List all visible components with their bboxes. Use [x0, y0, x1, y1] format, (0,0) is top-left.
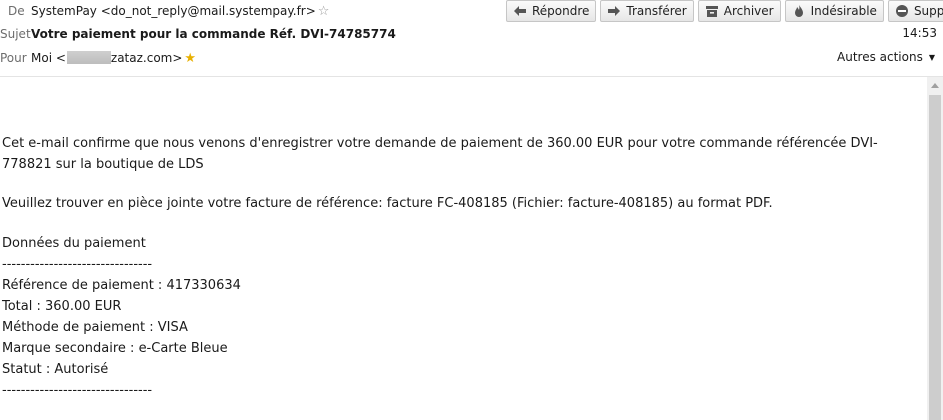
message-toolbar: Répondre Transférer Archiver Indésirable…	[506, 0, 943, 24]
delete-button[interactable]: Supprimer	[887, 0, 943, 22]
reply-button[interactable]: Répondre	[506, 0, 597, 22]
from-row: SystemPay <do_not_reply@mail.systempay.f…	[31, 4, 329, 19]
payment-brand: Marque secondaire : e-Carte Bleue	[2, 341, 228, 356]
divider-line-2: --------------------------------	[2, 383, 153, 398]
payment-method: Méthode de paiement : VISA	[2, 320, 188, 335]
message-body: Cet e-mail confirme que nous venons d'en…	[0, 77, 927, 420]
from-label: De	[8, 4, 25, 18]
delete-no-icon	[894, 3, 910, 19]
scroll-thumb[interactable]	[929, 95, 941, 420]
reply-arrow-icon	[512, 3, 528, 19]
to-address-suffix[interactable]: zataz.com>	[111, 51, 183, 65]
star-icon[interactable]: ☆	[318, 4, 330, 19]
archive-label: Archiver	[723, 4, 774, 18]
star-icon[interactable]: ★	[184, 51, 196, 66]
forward-button[interactable]: Transférer	[600, 0, 694, 22]
message-time: 14:53	[902, 26, 937, 40]
payment-section-title: Données du paiement	[2, 236, 146, 251]
to-address-prefix[interactable]: Moi <	[31, 51, 66, 65]
payment-total: Total : 360.00 EUR	[2, 299, 122, 314]
subject-label: Sujet	[0, 27, 31, 41]
forward-label: Transférer	[626, 4, 687, 18]
divider-line: --------------------------------	[2, 257, 153, 272]
chevron-down-icon: ▼	[928, 53, 935, 62]
payment-reference: Référence de paiement : 417330634	[2, 278, 241, 293]
archive-button[interactable]: Archiver	[697, 0, 781, 22]
to-row: Moi < zataz.com> ★	[31, 51, 196, 66]
vertical-scrollbar[interactable]	[927, 77, 943, 420]
to-label: Pour	[0, 51, 27, 65]
scroll-up-arrow-icon[interactable]	[927, 77, 943, 93]
delete-label: Supprimer	[913, 4, 943, 18]
other-actions-menu[interactable]: Autres actions ▼	[837, 50, 935, 64]
confirmation-paragraph: Cet e-mail confirme que nous venons d'en…	[2, 136, 878, 172]
redacted-block	[66, 51, 111, 64]
junk-button[interactable]: Indésirable	[784, 0, 884, 22]
other-actions-label: Autres actions	[837, 50, 923, 64]
subject-value: Votre paiement pour la commande Réf. DVI…	[31, 27, 396, 41]
payment-status: Statut : Autorisé	[2, 362, 109, 377]
reply-label: Répondre	[532, 4, 590, 18]
forward-arrow-icon	[606, 3, 622, 19]
junk-label: Indésirable	[810, 4, 877, 18]
junk-flame-icon	[791, 3, 807, 19]
from-address[interactable]: SystemPay <do_not_reply@mail.systempay.f…	[31, 4, 316, 18]
invoice-paragraph: Veuillez trouver en pièce jointe votre f…	[2, 196, 773, 211]
archive-box-icon	[704, 3, 720, 19]
message-header: De SystemPay <do_not_reply@mail.systempa…	[0, 0, 943, 76]
